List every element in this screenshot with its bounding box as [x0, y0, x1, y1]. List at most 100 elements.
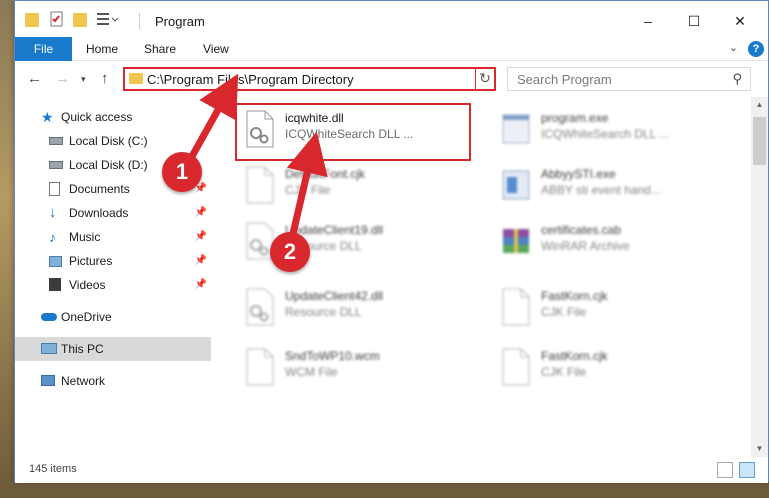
sidebar-item-pictures[interactable]: Pictures 📌	[15, 249, 211, 273]
sidebar-item-videos[interactable]: Videos 📌	[15, 273, 211, 297]
pin-icon[interactable]: 📌	[195, 225, 207, 249]
scroll-thumb[interactable]	[753, 117, 766, 165]
download-icon: ↓	[49, 204, 57, 221]
file-description: CJK File	[541, 305, 587, 319]
file-description: ICQWhiteSearch DLL ...	[541, 127, 670, 141]
item-count: 145 items	[29, 463, 77, 475]
drive-icon	[49, 137, 63, 145]
recent-locations-icon[interactable]: ▾	[81, 74, 86, 85]
help-icon[interactable]: ?	[748, 41, 764, 57]
file-item-defaultfont-cjk[interactable]: DefaultFont.cjk CJK File	[225, 159, 455, 211]
pin-icon[interactable]: 📌	[195, 249, 207, 273]
sidebar-item-label: Quick access	[61, 110, 133, 124]
pin-icon[interactable]: 📌	[195, 273, 207, 297]
title-bar: Program – ☐ ✕	[15, 1, 768, 37]
sidebar-item-label: OneDrive	[61, 310, 112, 324]
exe-icon	[499, 165, 533, 205]
search-input[interactable]: Search Program	[517, 72, 612, 87]
navigation-bar: ← → ▾ ↑ C:\Program Files\Program Directo…	[15, 61, 768, 97]
sidebar-item-downloads[interactable]: ↓ Downloads 📌	[15, 201, 211, 225]
file-name: program.exe	[541, 111, 609, 125]
address-bar[interactable]: C:\Program Files\Program Directory ⌄	[123, 67, 495, 91]
search-icon[interactable]: ⚲	[732, 71, 742, 87]
documents-icon	[49, 182, 60, 196]
properties-icon[interactable]	[49, 11, 65, 29]
ribbon-tabs: File Home Share View ⌄ ?	[15, 37, 768, 61]
exe-icon	[499, 109, 533, 149]
file-name: SndToWP10.wcm	[285, 349, 380, 363]
large-icons-view-icon[interactable]	[739, 462, 755, 478]
step-2-badge: 2	[270, 232, 310, 272]
sidebar-item-local-disk-c[interactable]: Local Disk (C:)	[15, 129, 211, 153]
scroll-up-icon[interactable]: ▲	[751, 97, 768, 113]
tab-home[interactable]: Home	[86, 37, 118, 61]
sidebar-item-quick-access[interactable]: ★ Quick access	[15, 105, 211, 129]
forward-arrow-icon[interactable]: →	[55, 70, 70, 87]
videos-icon	[49, 278, 61, 291]
vertical-scrollbar[interactable]: ▲ ▼	[751, 97, 768, 457]
window-title: Program	[155, 14, 205, 29]
folder-icon	[25, 13, 39, 27]
sidebar-item-label: Network	[61, 374, 106, 388]
tab-share[interactable]: Share	[144, 37, 176, 61]
navigation-pane: ★ Quick access Local Disk (C:) Local Dis…	[15, 97, 211, 457]
file-item-fastkorn-cjk-2[interactable]: FastKorn.cjk CJK File	[481, 341, 711, 393]
file-icon	[499, 287, 533, 327]
refresh-button[interactable]: ↻	[475, 67, 496, 91]
file-name: AbbyySTI.exe	[541, 167, 616, 181]
new-folder-icon[interactable]	[73, 13, 87, 27]
file-item-sndtowp10-wcm[interactable]: SndToWP10.wcm WCM File	[225, 341, 455, 393]
pictures-icon	[49, 256, 62, 267]
chevron-down-icon[interactable]: ⌄	[729, 41, 738, 54]
sidebar-item-onedrive[interactable]: OneDrive	[15, 305, 211, 329]
sidebar-item-music[interactable]: ♪ Music 📌	[15, 225, 211, 249]
maximize-button[interactable]: ☐	[671, 7, 717, 35]
file-icon	[243, 165, 277, 205]
sidebar-item-label: Downloads	[69, 206, 129, 220]
cloud-icon	[41, 313, 57, 321]
sidebar-item-this-pc[interactable]: This PC	[15, 337, 211, 361]
highlight-frame	[235, 103, 471, 161]
star-icon: ★	[41, 109, 54, 125]
file-description: CJK File	[541, 365, 587, 379]
explorer-window: Program – ☐ ✕ File Home Share View ⌄ ? ←…	[14, 0, 769, 483]
file-item-updateclient19-dll[interactable]: UpdateClient19.dll Resource DLL	[225, 215, 455, 267]
close-button[interactable]: ✕	[717, 7, 763, 35]
file-item-fastkorn-cjk[interactable]: FastKorn.cjk CJK File	[481, 281, 711, 333]
minimize-button[interactable]: –	[625, 7, 671, 35]
file-description: CJK File	[285, 183, 331, 197]
pin-icon[interactable]: 📌	[195, 201, 207, 225]
up-arrow-icon[interactable]: ↑	[101, 70, 109, 87]
file-description: WCM File	[285, 365, 338, 379]
file-description: ABBY sti event hand...	[541, 183, 661, 197]
sidebar-item-network[interactable]: Network	[15, 369, 211, 393]
network-icon	[41, 375, 55, 386]
sidebar-item-label: This PC	[61, 342, 104, 356]
refresh-icon: ↻	[479, 70, 491, 86]
back-arrow-icon[interactable]: ←	[27, 70, 42, 87]
file-item-program-exe[interactable]: program.exe ICQWhiteSearch DLL ...	[481, 103, 711, 155]
address-path[interactable]: C:\Program Files\Program Directory	[147, 72, 354, 87]
tab-file[interactable]: File	[15, 37, 72, 61]
tab-view[interactable]: View	[203, 37, 229, 61]
file-name: certificates.cab	[541, 223, 622, 237]
search-box[interactable]: Search Program ⚲	[507, 67, 751, 91]
sidebar-item-label: Pictures	[69, 254, 113, 268]
drive-icon	[49, 161, 63, 169]
file-item-updateclient42-dll[interactable]: UpdateClient42.dll Resource DLL	[225, 281, 455, 333]
file-name: FastKorn.cjk	[541, 289, 608, 303]
scroll-down-icon[interactable]: ▼	[751, 441, 768, 457]
status-bar: 145 items	[15, 457, 768, 483]
title-divider	[139, 13, 140, 29]
customize-toolbar-icon[interactable]	[95, 11, 121, 29]
file-item-abbyysti-exe[interactable]: AbbyySTI.exe ABBY sti event hand...	[481, 159, 711, 211]
file-icon	[243, 347, 277, 387]
sidebar-item-label: Music	[69, 230, 101, 244]
details-view-icon[interactable]	[717, 462, 733, 478]
file-icon	[499, 347, 533, 387]
sidebar-item-label: Local Disk (D:)	[69, 158, 148, 172]
folder-icon	[129, 73, 143, 84]
file-description: WinRAR Archive	[541, 239, 630, 253]
file-list: icqwhite.dll ICQWhiteSearch DLL ... prog…	[211, 97, 749, 457]
file-item-certificates-cab[interactable]: certificates.cab WinRAR Archive	[481, 215, 711, 267]
